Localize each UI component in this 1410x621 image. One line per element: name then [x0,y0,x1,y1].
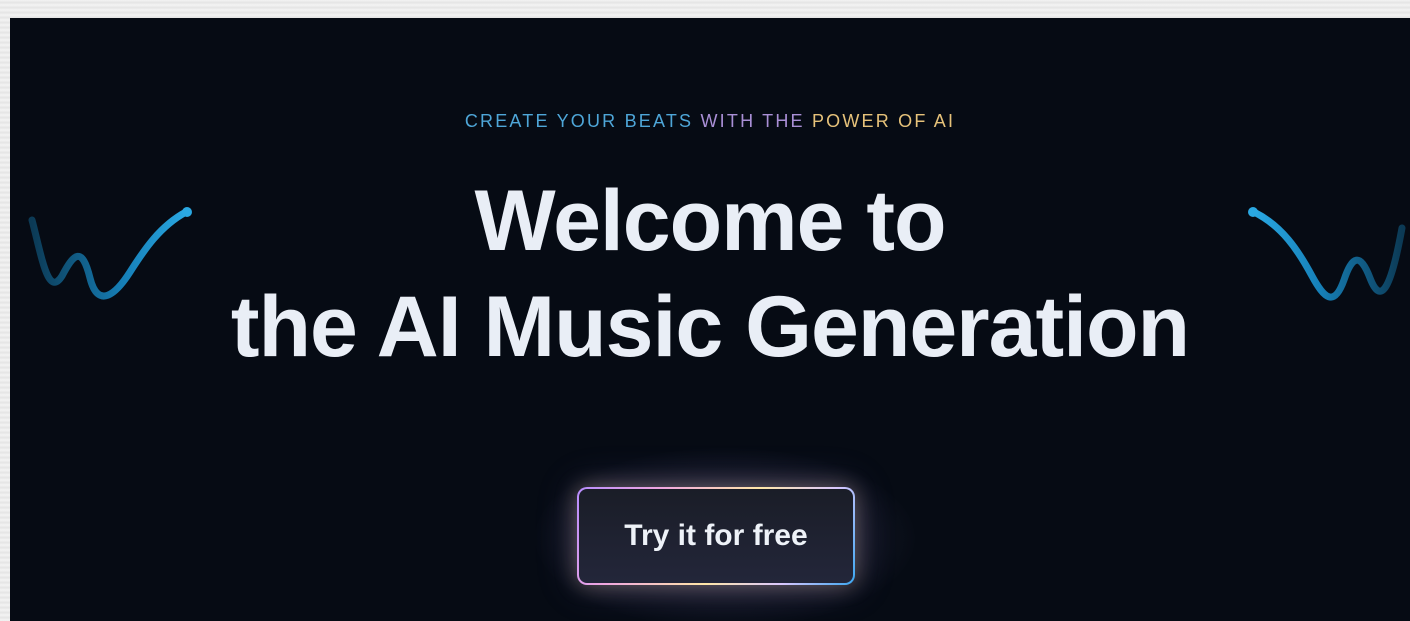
tagline-part-create: CREATE YOUR BEATS [464,111,694,131]
cta-label: Try it for free [579,489,853,583]
hero-title: Welcome to the AI Music Generation [10,168,1410,380]
hero-tagline: CREATE YOUR BEATS WITH THE POWER OF AI [10,111,1410,132]
hero-section: CREATE YOUR BEATS WITH THE POWER OF AI W… [10,18,1410,621]
try-it-for-free-button[interactable]: Try it for free [577,487,855,585]
hero-title-line-2: the AI Music Generation [230,279,1190,375]
hero-title-line-1: Welcome to [474,173,946,269]
tagline-part-power: POWER OF AI [811,111,956,131]
tagline-part-with: WITH THE [700,111,805,131]
